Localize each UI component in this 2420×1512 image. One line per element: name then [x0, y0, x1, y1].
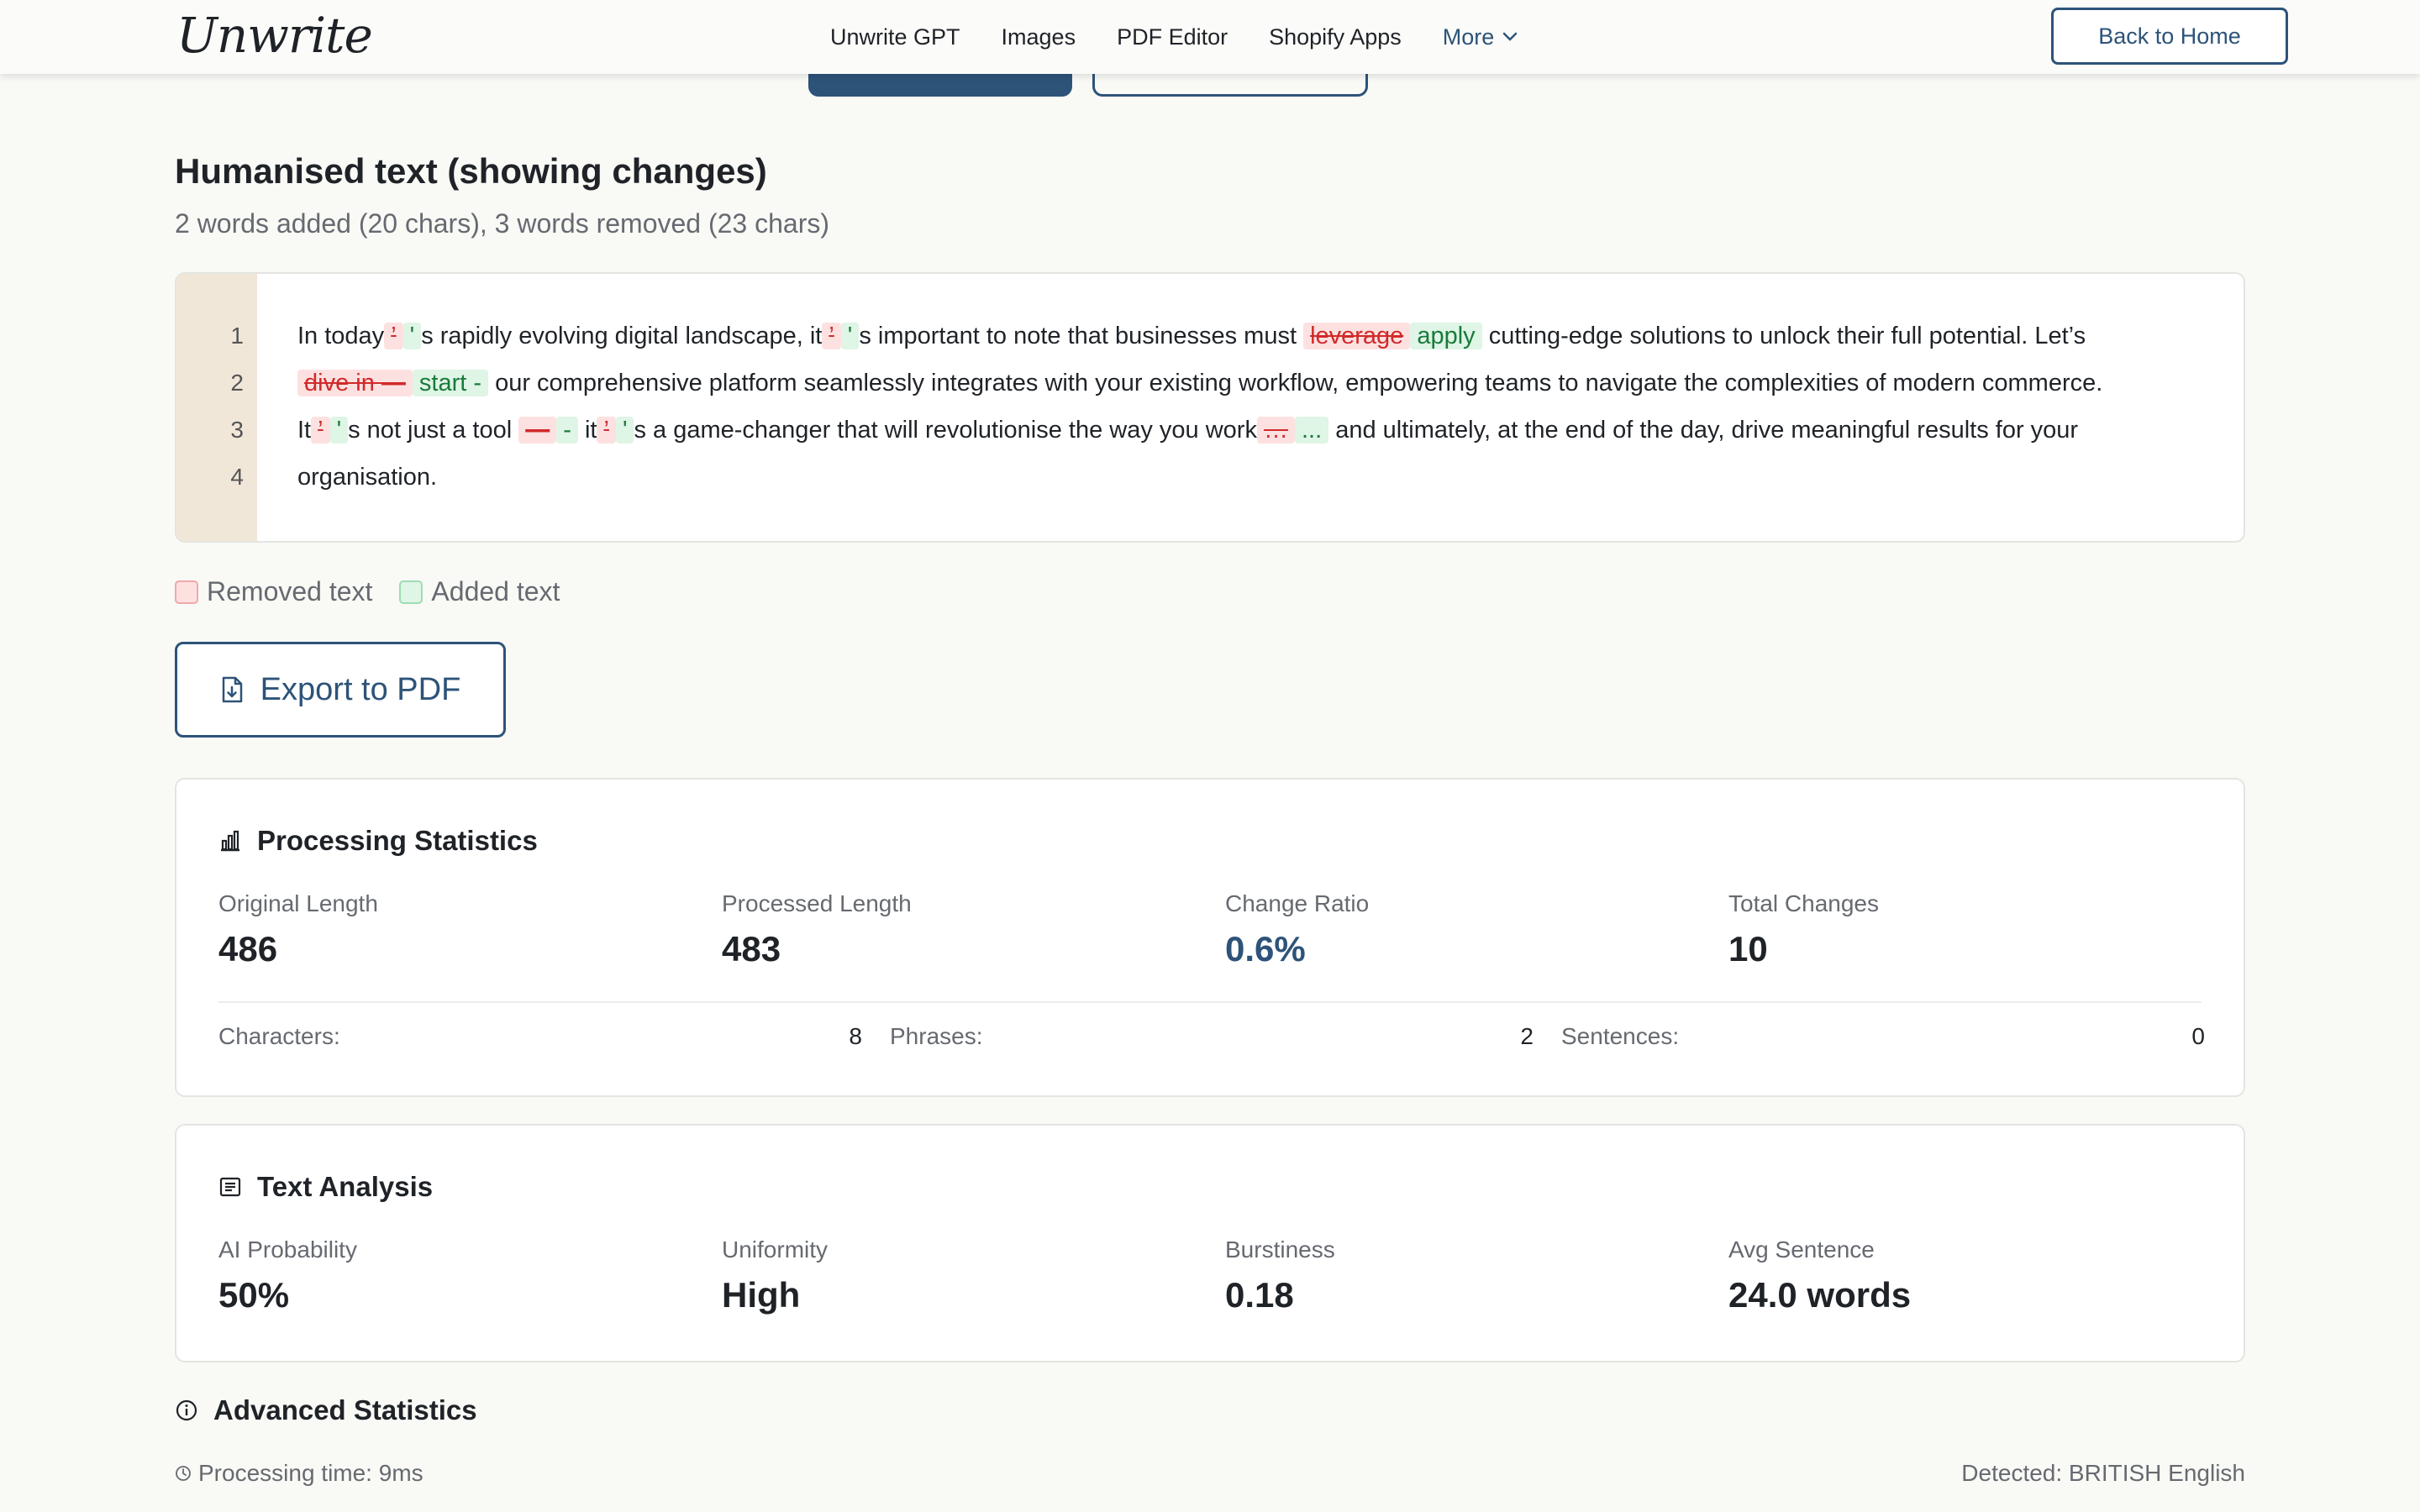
stat-avg-sentence: Avg Sentence 24.0 words	[1728, 1236, 1912, 1315]
diff-line-2: dive in — start - our comprehensive platf…	[297, 370, 2102, 397]
advanced-statistics-toggle[interactable]: Advanced Statistics	[175, 1394, 477, 1426]
top-header: Unwrite Unwrite GPT Images PDF Editor Sh…	[0, 0, 2420, 74]
text: s not just a tool	[348, 417, 513, 444]
change-summary: 2 words added (20 chars), 3 words remove…	[175, 208, 830, 239]
text: s rapidly evolving digital landscape, it	[421, 323, 823, 349]
legend-removed-label: Removed text	[207, 576, 373, 606]
logo[interactable]: Unwrite	[176, 7, 373, 64]
diff-line-1: In today’ ' s rapidly evolving digital lan…	[297, 323, 2086, 350]
line-number: 3	[230, 417, 244, 443]
file-download-icon	[222, 676, 242, 703]
text: organisation.	[297, 464, 438, 491]
processing-time: Processing time: 9ms	[175, 1460, 424, 1487]
export-pdf-button[interactable]: Export to PDF	[175, 642, 506, 738]
added-text: '	[329, 417, 349, 444]
diff-line-3: It’ ' s not just a tool — - it’ ' s a game-ch…	[297, 417, 2078, 444]
removed-text: ’	[311, 417, 330, 444]
text: s a game-changer that will revolutionise…	[634, 417, 1257, 444]
added-swatch	[399, 580, 424, 604]
nav-images[interactable]: Images	[1002, 24, 1076, 50]
removed-text: dive in —	[297, 370, 413, 396]
diff-viewer: 1 2 3 4 In today’ ' s rapidly evolving dig…	[175, 272, 2245, 543]
line-number: 4	[230, 464, 244, 490]
stat-original-length: Original Length 486	[218, 890, 378, 969]
text-analysis-title: Text Analysis	[218, 1171, 433, 1203]
removed-text: …	[1256, 417, 1295, 444]
stat-uniformity: Uniformity High	[722, 1236, 829, 1315]
chevron-down-icon	[1503, 32, 1518, 41]
breakdown-sentences: Sentences: 0	[1561, 1023, 2205, 1049]
stat-burstiness: Burstiness 0.18	[1225, 1236, 1335, 1315]
processing-statistics-title: Processing Statistics	[218, 825, 538, 857]
processing-statistics-card: Processing Statistics Original Length 48…	[175, 778, 2245, 1097]
added-text: apply	[1410, 323, 1482, 349]
clock-icon	[176, 1466, 191, 1481]
export-pdf-label: Export to PDF	[260, 671, 461, 707]
text: s important to note that businesses must	[859, 323, 1297, 349]
document-lines-icon	[219, 1177, 241, 1197]
stat-processed-length: Processed Length 483	[722, 890, 912, 969]
stat-change-ratio: Change Ratio 0.6%	[1225, 890, 1370, 969]
nav-pdf-editor[interactable]: PDF Editor	[1117, 24, 1228, 50]
info-circle-icon	[176, 1399, 197, 1421]
added-text: '	[840, 323, 860, 349]
text: and ultimately, at the end of the day, d…	[1335, 417, 2079, 444]
bar-chart-icon	[221, 830, 239, 852]
text: cutting-edge solutions to unlock their f…	[1488, 323, 2086, 349]
added-text: '	[615, 417, 634, 444]
diff-legend: Removed text Added text	[175, 576, 560, 607]
removed-text: ’	[597, 417, 616, 444]
text: it	[584, 417, 597, 444]
nav-more-menu[interactable]: More	[1443, 24, 1518, 50]
breakdown-phrases: Phrases: 2	[890, 1023, 1534, 1049]
removed-swatch	[175, 580, 198, 604]
nav-more-label: More	[1442, 24, 1495, 50]
nav-unwrite-gpt[interactable]: Unwrite GPT	[830, 24, 960, 50]
removed-text: ’	[822, 323, 841, 349]
back-to-home-button[interactable]: Back to Home	[2051, 8, 2288, 65]
text-analysis-card: Text Analysis AI Probability 50% Uniform…	[175, 1124, 2245, 1362]
diff-line-4: organisation.	[297, 464, 437, 491]
text: In today	[297, 323, 385, 349]
legend-added-label: Added text	[431, 576, 560, 606]
added-text: -	[556, 417, 578, 444]
page-title: Humanised text (showing changes)	[175, 151, 767, 191]
removed-text: —	[518, 417, 557, 444]
text: our comprehensive platform seamlessly in…	[495, 370, 2103, 396]
stat-ai-probability: AI Probability 50%	[218, 1236, 357, 1315]
nav-shopify-apps[interactable]: Shopify Apps	[1269, 24, 1402, 50]
stat-total-changes: Total Changes 10	[1728, 890, 1880, 969]
line-number: 2	[230, 370, 244, 396]
added-text: ...	[1294, 417, 1329, 444]
line-number-gutter: 1 2 3 4	[176, 274, 257, 541]
divider	[218, 1001, 2202, 1003]
added-text: start -	[412, 370, 489, 396]
added-text: '	[402, 323, 422, 349]
breakdown-characters: Characters: 8	[218, 1023, 862, 1049]
main-nav: Unwrite GPT Images PDF Editor Shopify Ap…	[830, 0, 1518, 74]
detected-language: Detected: BRITISH English	[1961, 1460, 2245, 1486]
removed-text: ’	[384, 323, 403, 349]
text: It	[297, 417, 312, 444]
removed-text: leverage	[1303, 323, 1411, 349]
line-number: 1	[230, 323, 244, 349]
